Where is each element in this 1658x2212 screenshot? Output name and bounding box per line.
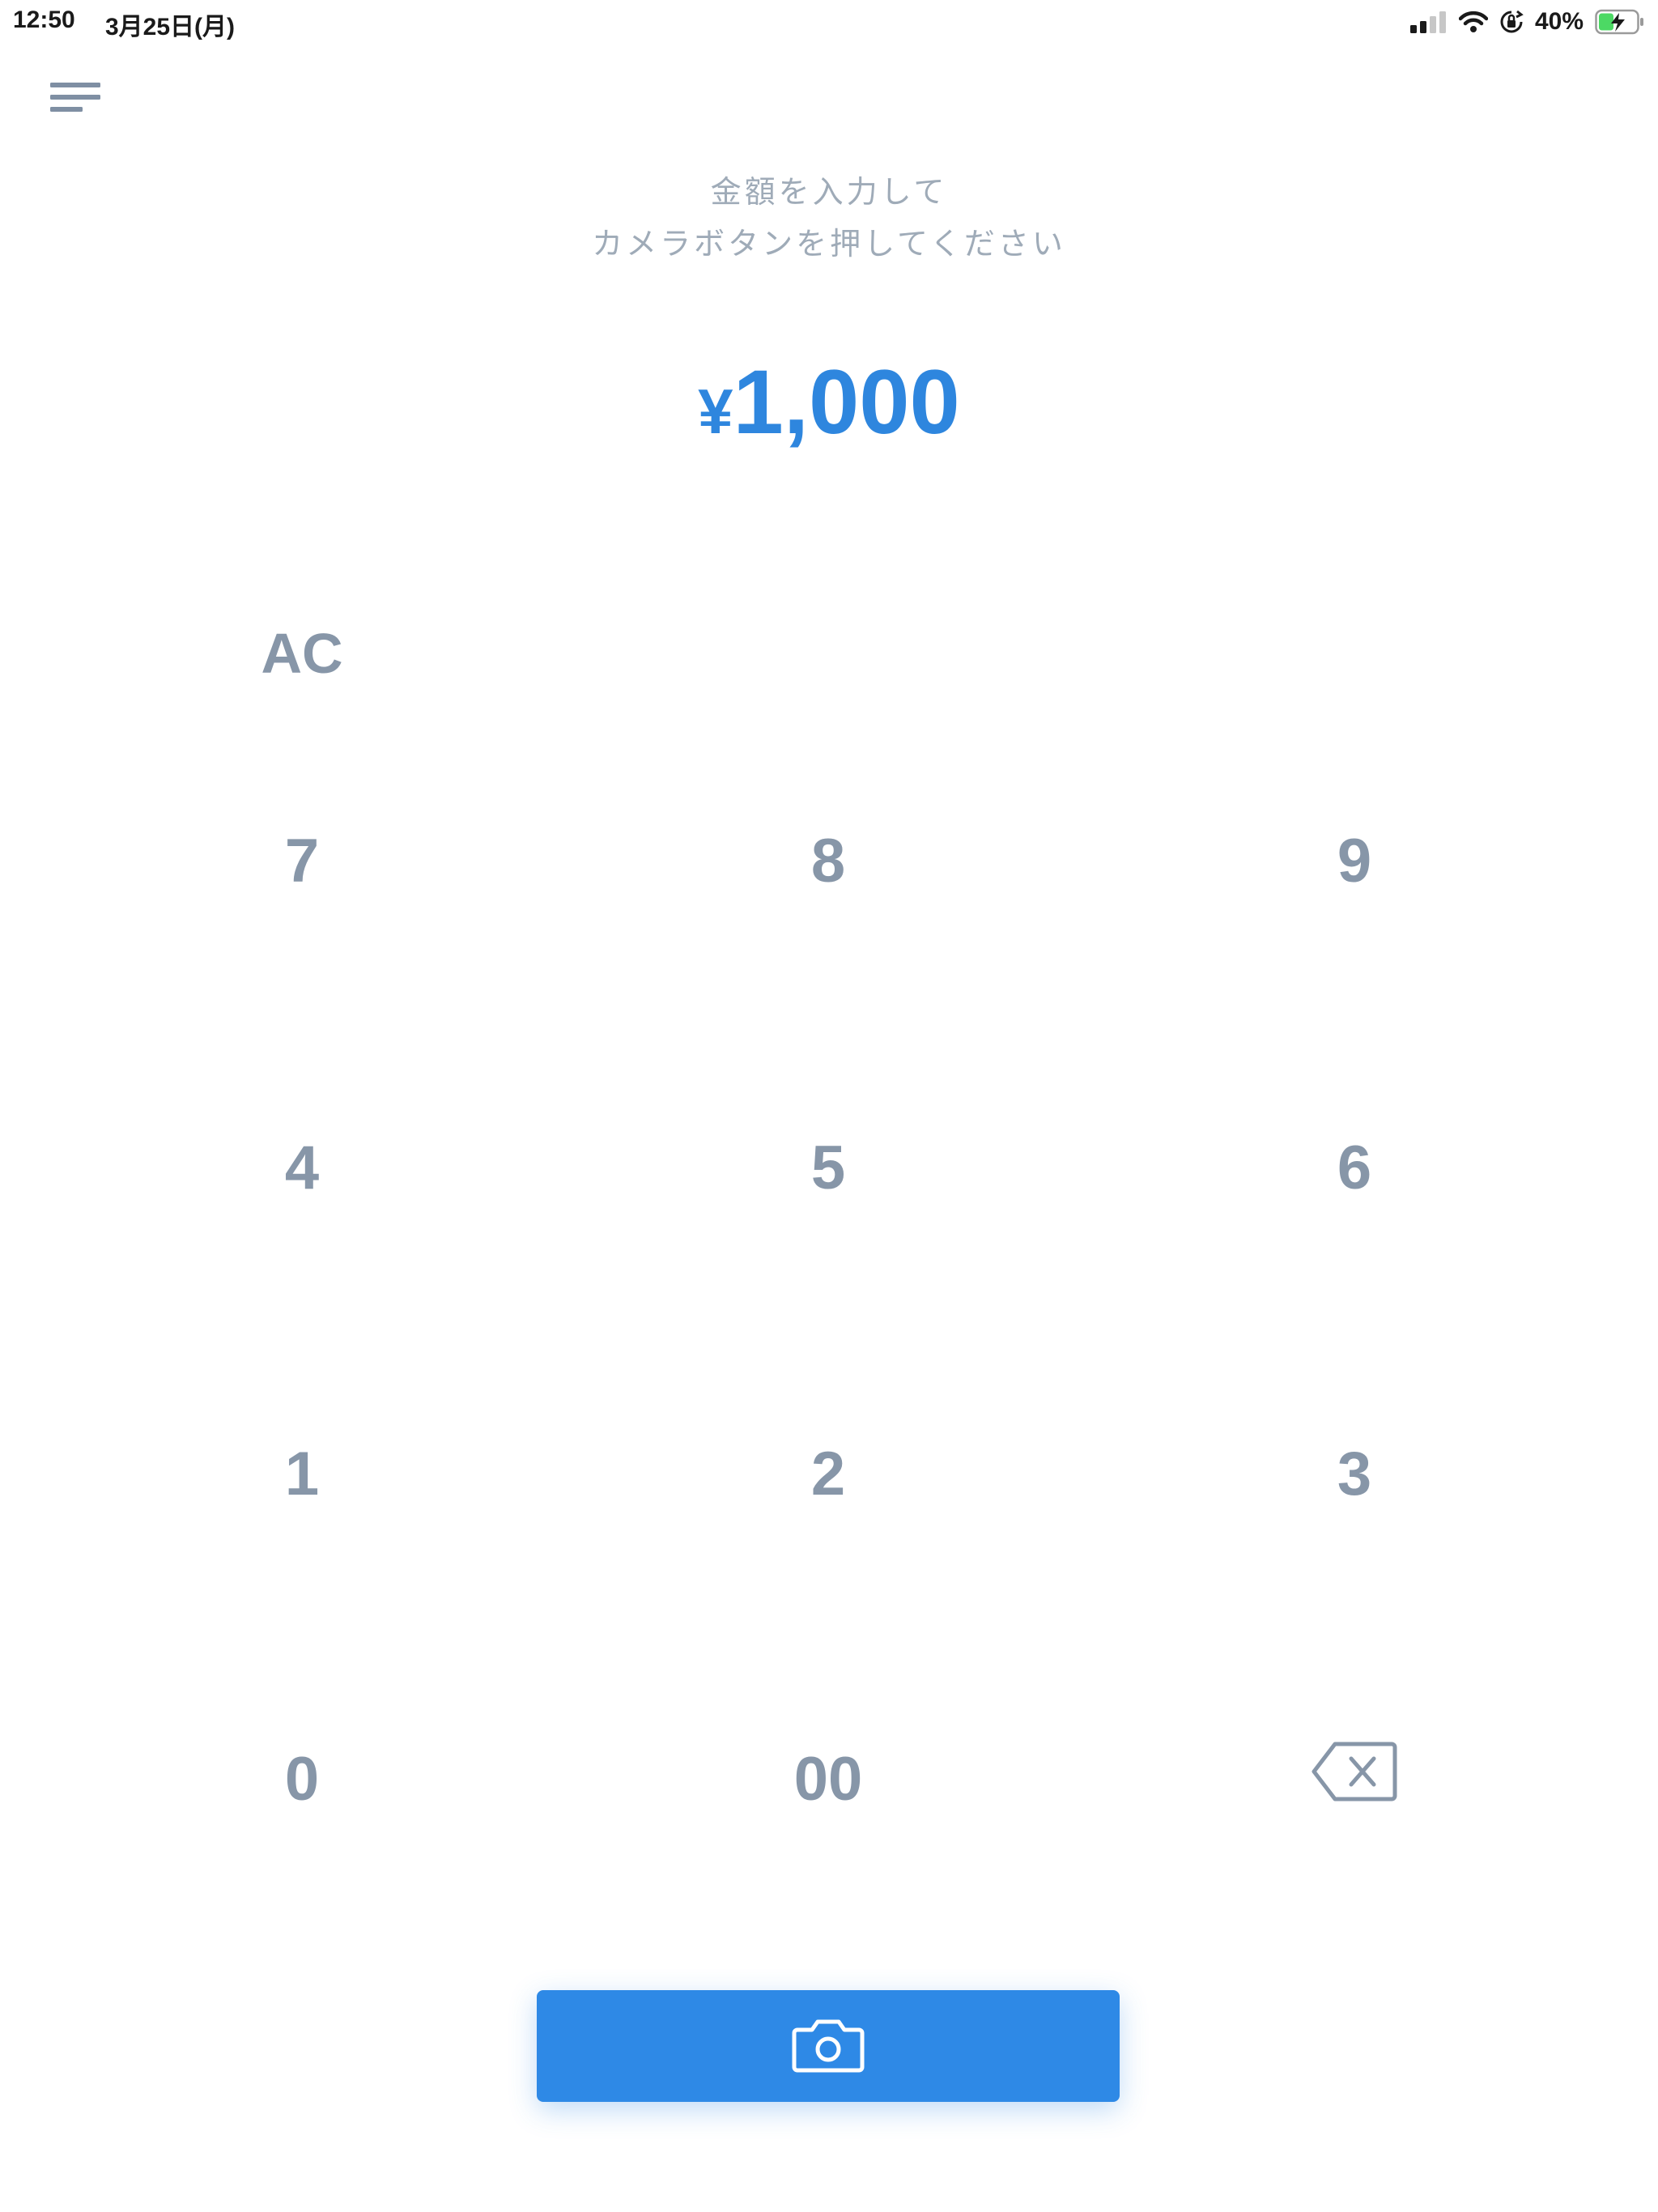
camera-button[interactable] bbox=[537, 1990, 1120, 2102]
key-00[interactable]: 00 bbox=[707, 1714, 950, 1844]
amount-display: ¥1,000 bbox=[0, 350, 1658, 464]
cellular-signal-icon bbox=[1409, 11, 1448, 33]
wifi-icon bbox=[1458, 11, 1488, 33]
instruction-text: 金額を入力して カメラボタンを押してください bbox=[0, 166, 1658, 270]
key-0[interactable]: 0 bbox=[181, 1714, 423, 1844]
key-9[interactable]: 9 bbox=[1233, 796, 1476, 925]
battery-percentage: 40% bbox=[1534, 8, 1584, 35]
key-6[interactable]: 6 bbox=[1233, 1103, 1476, 1232]
key-1[interactable]: 1 bbox=[181, 1409, 423, 1538]
battery-icon bbox=[1595, 9, 1645, 35]
status-date: 3月25日(月) bbox=[105, 14, 236, 40]
camera-icon bbox=[791, 2015, 865, 2077]
backspace-icon bbox=[1311, 1741, 1398, 1817]
backspace-button[interactable] bbox=[1233, 1714, 1476, 1844]
instruction-line-2: カメラボタンを押してください bbox=[592, 226, 1066, 262]
key-2[interactable]: 2 bbox=[707, 1409, 950, 1538]
currency-symbol: ¥ bbox=[698, 376, 733, 447]
status-time: 12:50 bbox=[13, 6, 75, 33]
status-bar: 12:50 3月25日(月) 40% bbox=[0, 0, 1658, 45]
key-8[interactable]: 8 bbox=[707, 796, 950, 925]
app-screen: 12:50 3月25日(月) 40% 金額を入力して カメラボタンを押してくださ… bbox=[0, 0, 1658, 2212]
instruction-line-1: 金額を入力して bbox=[710, 174, 948, 210]
key-5[interactable]: 5 bbox=[707, 1103, 950, 1232]
hamburger-menu-icon bbox=[49, 83, 102, 118]
key-4[interactable]: 4 bbox=[181, 1103, 423, 1232]
key-3[interactable]: 3 bbox=[1233, 1409, 1476, 1538]
clear-button[interactable]: AC bbox=[181, 589, 423, 718]
menu-button[interactable] bbox=[49, 79, 102, 115]
key-7[interactable]: 7 bbox=[181, 796, 423, 925]
orientation-lock-icon bbox=[1499, 10, 1524, 34]
amount-value: 1,000 bbox=[733, 351, 960, 453]
status-indicators: 40% bbox=[1409, 6, 1645, 37]
